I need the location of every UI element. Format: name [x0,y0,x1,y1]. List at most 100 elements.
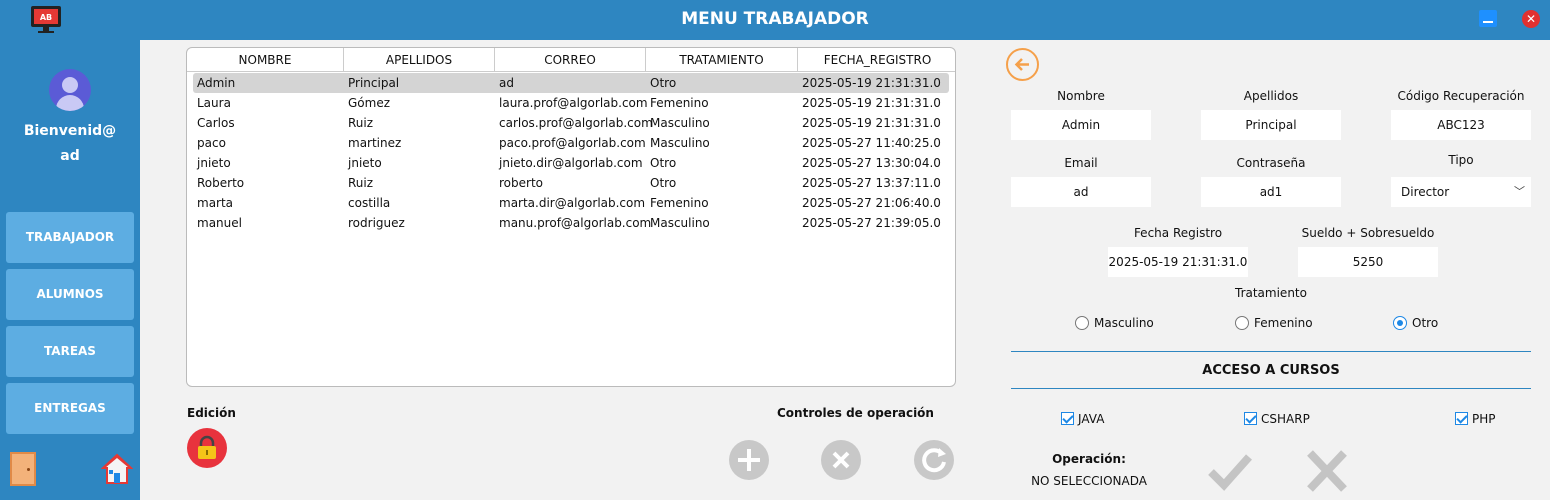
table-cell: carlos.prof@algorlab.com [499,116,653,130]
home-icon[interactable] [101,453,133,485]
column-header-fecha-registro[interactable]: FECHA_REGISTRO [798,48,955,72]
logout-door-icon[interactable] [10,452,36,486]
table-header: NOMBRE APELLIDOS CORREO TRATAMIENTO FECH… [187,48,955,72]
table-cell: marta.dir@algorlab.com [499,196,646,210]
close-button[interactable]: ✕ [1522,10,1540,28]
cancel-x-icon[interactable] [1304,450,1350,492]
confirm-check-icon[interactable] [1207,450,1253,492]
radio-circle [1235,315,1249,330]
table-cell: Femenino [650,96,709,110]
email-field[interactable] [1011,177,1151,207]
avatar [49,69,91,111]
checkbox-php[interactable]: PHP [1455,410,1496,428]
tipo-select[interactable]: Director ﹀ [1391,177,1531,207]
table-cell: 2025-05-27 21:39:05.0 [802,216,941,230]
minimize-button[interactable] [1479,10,1497,27]
table-cell: 2025-05-19 21:31:31.0 [802,96,941,110]
table-cell: Otro [650,156,677,170]
tipo-label: Tipo [1448,153,1474,167]
table-cell: martinez [348,136,402,150]
radio-masculino[interactable]: Masculino [1075,314,1154,332]
nombre-field[interactable] [1011,110,1151,140]
table-cell: laura.prof@algorlab.com [499,96,648,110]
table-row[interactable]: jnieto jnieto jnieto.dir@algorlab.com Otro 2… [193,153,949,173]
sueldo-label: Sueldo + Sobresueldo [1301,226,1435,240]
sidebar-item-entregas[interactable]: ENTREGAS [6,383,134,434]
table-cell: manu.prof@algorlab.com [499,216,652,230]
apellidos-field[interactable] [1201,110,1341,140]
table-cell: Ruiz [348,116,374,130]
sidebar-item-alumnos[interactable]: ALUMNOS [6,269,134,320]
divider [1011,351,1531,352]
radio-circle [1075,315,1089,330]
table-row[interactable]: Laura Gómez laura.prof@algorlab.com Femenin… [193,93,949,113]
plus-icon [738,449,760,471]
table-row[interactable]: marta costilla marta.dir@algorlab.com Femen… [193,193,949,213]
table-cell: roberto [499,176,543,190]
welcome-label: Bienvenid@ [23,123,117,139]
table-cell: Admin [197,76,236,90]
table-cell: Laura [197,96,231,110]
table-cell: 2025-05-27 13:30:04.0 [802,156,941,170]
radio-otro[interactable]: Otro [1393,314,1438,332]
tratamiento-label: Tratamiento [1235,286,1307,300]
contrasena-field[interactable] [1201,177,1341,207]
checkbox-checked-icon [1244,412,1257,425]
table-cell: Otro [650,76,677,90]
checkbox-csharp[interactable]: CSHARP [1244,410,1310,428]
checkbox-checked-icon [1061,412,1074,425]
table-cell: costilla [348,196,391,210]
table-cell: 2025-05-27 13:37:11.0 [802,176,941,190]
radio-femenino[interactable]: Femenino [1235,314,1313,332]
sidebar-item-trabajador[interactable]: TRABAJADOR [6,212,134,263]
table-cell: jnieto [348,156,382,170]
table-cell: Masculino [650,136,710,150]
add-button[interactable] [729,440,769,480]
checkbox-java[interactable]: JAVA [1061,410,1104,428]
table-cell: jnieto.dir@algorlab.com [499,156,643,170]
column-header-nombre[interactable]: NOMBRE [187,48,344,72]
x-icon [832,451,850,469]
codigo-recuperacion-field[interactable] [1391,110,1531,140]
table-cell: rodriguez [348,216,405,230]
workers-table[interactable]: NOMBRE APELLIDOS CORREO TRATAMIENTO FECH… [186,47,956,387]
table-cell: Carlos [197,116,235,130]
back-arrow-button[interactable] [1006,48,1039,81]
table-cell: Principal [348,76,400,90]
chevron-down-icon: ﹀ [1514,185,1525,198]
operacion-label: Operación: [1052,452,1126,466]
refresh-button[interactable] [914,440,954,480]
title-bar: AB MENU TRABAJADOR ✕ [0,0,1550,40]
contrasena-label: Contraseña [1236,156,1306,170]
sidebar-item-tareas[interactable]: TAREAS [6,326,134,377]
table-cell: marta [197,196,234,210]
table-row[interactable]: manuel rodriguez manu.prof@algorlab.com Mas… [193,213,949,233]
apellidos-label: Apellidos [1243,89,1299,103]
table-cell: Gómez [348,96,391,110]
window-title: MENU TRABAJADOR [681,9,869,29]
lock-edit-button[interactable] [187,428,227,468]
column-header-tratamiento[interactable]: TRATAMIENTO [646,48,798,72]
column-header-correo[interactable]: CORREO [495,48,646,72]
delete-button[interactable] [821,440,861,480]
operacion-value: NO SELECCIONADA [1031,474,1147,488]
table-row[interactable]: Carlos Ruiz carlos.prof@algorlab.com Mascul… [193,113,949,133]
username-label: ad [60,148,80,164]
table-row[interactable]: Roberto Ruiz roberto Otro 2025-05-27 13:37:1… [193,173,949,193]
refresh-icon [922,448,946,473]
codigo-recuperacion-label: Código Recuperación [1397,89,1525,103]
edicion-label: Edición [187,406,236,420]
fecha-registro-field[interactable] [1108,247,1248,277]
column-header-apellidos[interactable]: APELLIDOS [344,48,495,72]
table-row[interactable]: Admin Principal ad Otro 2025-05-19 21:31:31.… [193,73,949,93]
table-row[interactable]: paco martinez paco.prof@algorlab.com Mascul… [193,133,949,153]
table-cell: 2025-05-19 21:31:31.0 [802,116,941,130]
table-cell: 2025-05-19 21:31:31.0 [802,76,941,90]
fecha-registro-label: Fecha Registro [1133,226,1223,240]
table-cell: Otro [650,176,677,190]
sueldo-field[interactable] [1298,247,1438,277]
email-label: Email [1064,156,1098,170]
tipo-select-value: Director [1401,185,1450,199]
table-cell: Femenino [650,196,709,210]
table-cell: paco.prof@algorlab.com [499,136,646,150]
